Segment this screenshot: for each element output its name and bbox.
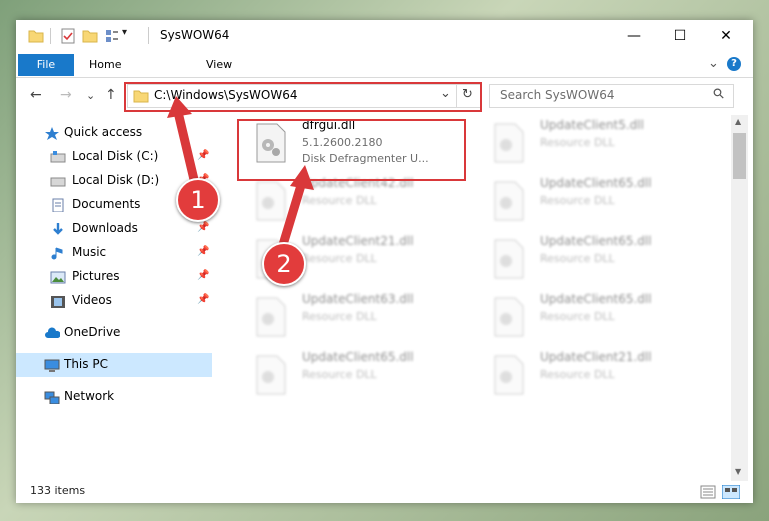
arrow-step-2 <box>277 177 307 253</box>
step-2-badge: 2 <box>262 242 306 286</box>
annotation-arrows <box>167 96 314 253</box>
step-1-badge: 1 <box>176 178 220 222</box>
arrow-step-1 <box>173 107 201 193</box>
arrowhead-step-1 <box>167 96 192 118</box>
arrowhead-step-2 <box>290 165 314 190</box>
